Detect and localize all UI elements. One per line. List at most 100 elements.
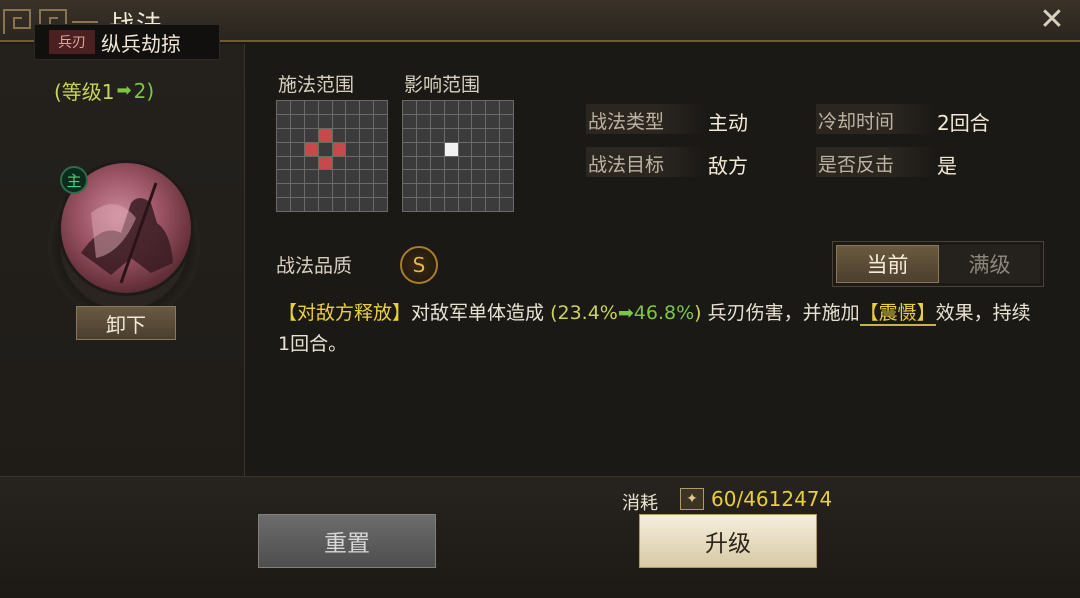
- grid-cell: [332, 170, 346, 184]
- grid-cell: [290, 184, 304, 198]
- main-commander-badge: 主: [60, 166, 88, 194]
- grid-cell: [318, 128, 332, 142]
- grid-cell: [360, 184, 374, 198]
- grid-cell: [403, 101, 416, 114]
- grid-cell: [458, 128, 472, 142]
- skill-type-value: 主动: [708, 111, 748, 135]
- grid-cell: [318, 101, 332, 114]
- grid-cell: [374, 184, 387, 198]
- arrow-right-icon: ➡: [617, 302, 634, 324]
- level-to: 2): [133, 78, 155, 103]
- grid-cell: [277, 170, 290, 184]
- grid-cell: [444, 156, 458, 170]
- grid-cell: [277, 184, 290, 198]
- grid-cell: [416, 198, 430, 211]
- grid-cell: [444, 128, 458, 142]
- grid-cell: [416, 142, 430, 156]
- grid-cell: [458, 114, 472, 128]
- close-icon: ✕: [1039, 2, 1065, 37]
- grid-cell: [500, 142, 513, 156]
- grid-cell: [472, 156, 486, 170]
- grid-cell: [444, 114, 458, 128]
- grid-cell: [430, 128, 444, 142]
- grid-cell: [444, 170, 458, 184]
- level-toggle: 当前 满级: [832, 241, 1044, 287]
- grid-cell: [374, 142, 387, 156]
- grid-cell: [360, 156, 374, 170]
- grid-cell: [332, 128, 346, 142]
- grid-cell: [360, 142, 374, 156]
- counterattack-label: 是否反击: [818, 154, 895, 176]
- effect-range-grid: [402, 100, 514, 212]
- grid-cell: [277, 142, 290, 156]
- unequip-button[interactable]: 卸下: [76, 306, 176, 340]
- cast-range-label: 施法范围: [278, 74, 355, 96]
- grid-cell: [458, 156, 472, 170]
- grid-cell: [403, 170, 416, 184]
- grid-cell: [403, 142, 416, 156]
- upgrade-button[interactable]: 升级: [639, 514, 817, 568]
- grid-cell: [486, 170, 500, 184]
- grid-cell: [374, 170, 387, 184]
- grid-cell: [346, 142, 360, 156]
- status-link[interactable]: 【震慑】: [859, 302, 936, 326]
- grid-cell: [458, 170, 472, 184]
- grid-cell: [403, 156, 416, 170]
- grid-cell: [472, 101, 486, 114]
- grid-cell: [374, 101, 387, 114]
- grid-cell: [430, 156, 444, 170]
- grid-cell: [374, 156, 387, 170]
- grid-cell: [416, 101, 430, 114]
- skill-target-value: 敌方: [708, 154, 748, 178]
- grid-cell: [416, 170, 430, 184]
- skill-name: 纵兵劫掠: [101, 31, 181, 56]
- skill-quality-label: 战法品质: [276, 255, 353, 277]
- close-button[interactable]: ✕: [1036, 4, 1068, 36]
- grid-cell: [500, 156, 513, 170]
- tab-current[interactable]: 当前: [836, 245, 939, 283]
- effect-range-label: 影响范围: [404, 74, 481, 96]
- cooldown-value: 2回合: [937, 111, 990, 135]
- cost-value: 60/4612474: [711, 487, 833, 511]
- grid-cell: [360, 170, 374, 184]
- tab-max-level[interactable]: 满级: [939, 245, 1040, 283]
- grid-cell: [290, 128, 304, 142]
- grid-cell: [360, 128, 374, 142]
- grid-cell: [277, 114, 290, 128]
- grid-cell: [277, 198, 290, 211]
- grid-cell: [304, 142, 318, 156]
- reset-button[interactable]: 重置: [258, 514, 436, 568]
- counterattack-value: 是: [937, 154, 957, 178]
- grid-cell: [290, 101, 304, 114]
- grid-cell: [403, 128, 416, 142]
- grid-cell: [290, 114, 304, 128]
- grid-cell: [277, 128, 290, 142]
- cooldown-label: 冷却时间: [818, 111, 895, 133]
- grid-cell: [500, 170, 513, 184]
- grid-cell: [486, 114, 500, 128]
- grid-cell: [346, 101, 360, 114]
- grid-cell: [374, 198, 387, 211]
- cast-range-grid: [276, 100, 388, 212]
- grid-cell: [332, 114, 346, 128]
- grid-cell: [332, 198, 346, 211]
- grid-cell: [430, 142, 444, 156]
- grid-cell: [500, 114, 513, 128]
- grid-cell: [403, 114, 416, 128]
- footer-bar: [0, 476, 1080, 598]
- grid-cell: [430, 114, 444, 128]
- grid-cell: [346, 114, 360, 128]
- desc-part2: 兵刃伤害，并施加: [707, 302, 860, 324]
- grid-cell: [360, 101, 374, 114]
- grid-cell: [304, 101, 318, 114]
- grid-cell: [277, 156, 290, 170]
- grid-cell: [472, 114, 486, 128]
- grid-cell: [444, 184, 458, 198]
- grid-cell: [472, 170, 486, 184]
- desc-close-paren: ): [694, 302, 702, 324]
- grid-cell: [486, 156, 500, 170]
- grid-cell: [332, 142, 346, 156]
- grid-cell: [318, 156, 332, 170]
- grid-cell: [318, 198, 332, 211]
- grid-cell: [500, 198, 513, 211]
